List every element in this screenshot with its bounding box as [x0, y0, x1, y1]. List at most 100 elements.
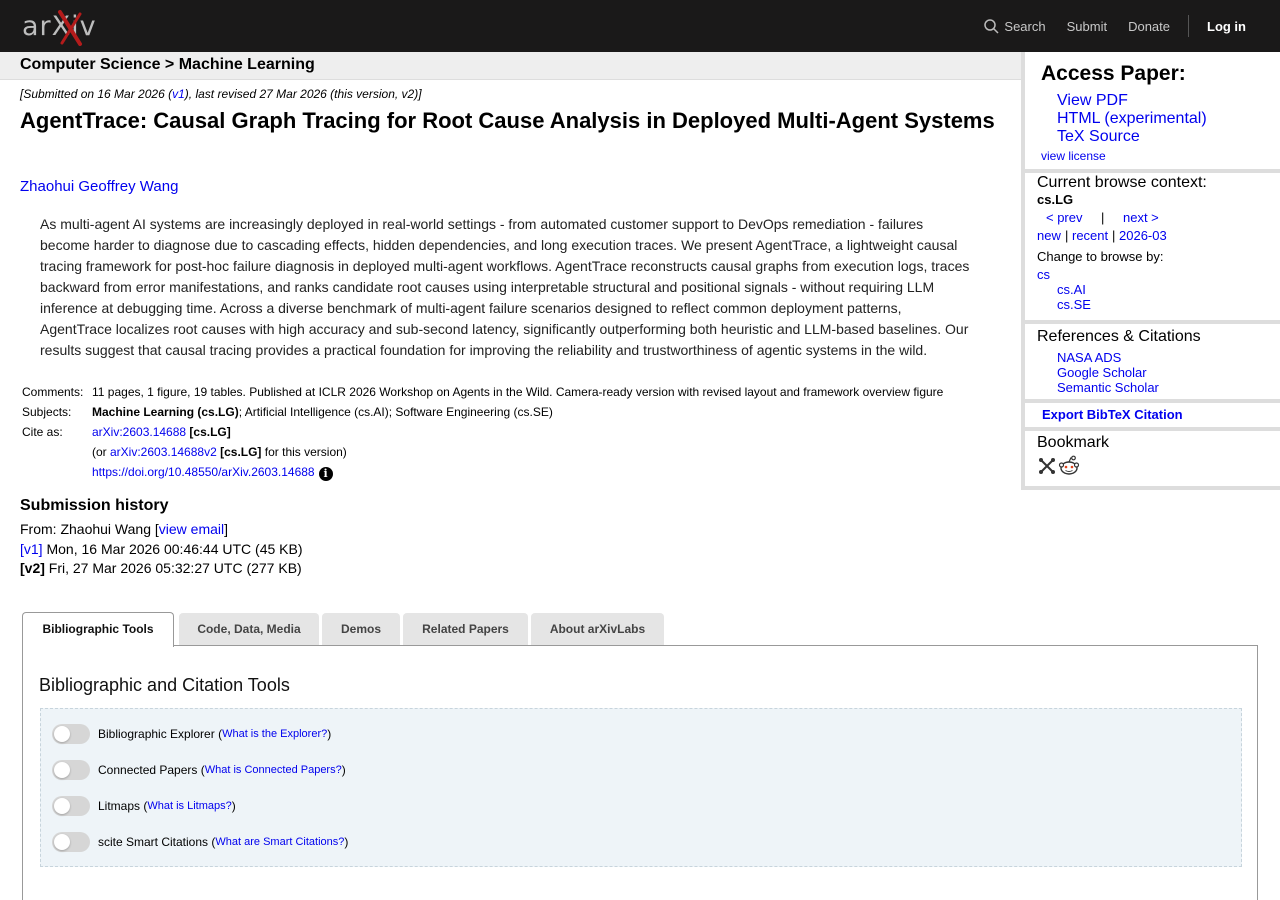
scite-help-link[interactable]: What are Smart Citations?: [215, 836, 344, 848]
context-bar: Computer Science > Machine Learning: [0, 52, 1021, 80]
prev-link[interactable]: < prev: [1046, 210, 1083, 225]
explorer-toggle[interactable]: [52, 724, 90, 744]
doi-link[interactable]: https://doi.org/10.48550/arXiv.2603.1468…: [92, 465, 315, 479]
view-email-link[interactable]: view email: [159, 521, 224, 537]
dateline-suffix: ), last revised 27 Mar 2026 (this versio…: [184, 87, 422, 101]
sidebar: Access Paper: View PDF HTML (experimenta…: [1021, 52, 1280, 490]
arxiv-logo[interactable]: arXiv: [22, 8, 114, 46]
semantic-scholar-link[interactable]: Semantic Scholar: [1057, 380, 1159, 395]
bibsonomy-icon[interactable]: [1038, 457, 1056, 475]
doi-value: https://doi.org/10.48550/arXiv.2603.1468…: [92, 465, 333, 481]
comments-label: Comments:: [22, 385, 84, 399]
history-v2-label: [v2]: [20, 560, 45, 576]
history-from: From: Zhaohui Wang [view email]: [20, 521, 228, 537]
donate-link[interactable]: Donate: [1128, 19, 1170, 34]
submission-history-title: Submission history: [20, 497, 169, 514]
html-link[interactable]: HTML (experimental): [1057, 110, 1207, 128]
search-label: Search: [1004, 18, 1046, 34]
subjects-value: Machine Learning (cs.LG); Artificial Int…: [92, 405, 553, 419]
nav-divider: [1188, 15, 1189, 37]
primary-subject: Machine Learning (cs.LG): [92, 405, 239, 419]
new-recent-divider: |: [1065, 228, 1069, 243]
month-link[interactable]: 2026-03: [1119, 228, 1167, 243]
logo-text: arXiv: [22, 11, 97, 42]
new-link[interactable]: new: [1037, 228, 1061, 243]
explorer-label: Bibliographic Explorer: [98, 727, 215, 741]
subjects-label: Subjects:: [22, 405, 72, 419]
recent-link[interactable]: recent: [1072, 228, 1108, 243]
info-icon[interactable]: i: [318, 467, 333, 481]
tab-code-data-media[interactable]: Code, Data, Media: [179, 613, 319, 646]
google-scholar-link[interactable]: Google Scholar: [1057, 365, 1147, 380]
browse-cs-link[interactable]: cs: [1037, 267, 1050, 282]
history-from-suffix: ]: [224, 521, 229, 537]
scite-label: scite Smart Citations: [98, 835, 209, 849]
top-header: arXiv Search Submit Donate Log in: [0, 0, 1280, 52]
history-from-prefix: From: Zhaohui Wang [: [20, 521, 159, 537]
references-box: References & Citations NASA ADS Google S…: [1025, 324, 1280, 403]
history-v2: [v2] Fri, 27 Mar 2026 05:32:27 UTC (277 …: [20, 560, 302, 576]
tool-row-litmaps: Litmaps (What is Litmaps?): [52, 796, 236, 816]
tex-source-link[interactable]: TeX Source: [1057, 128, 1140, 146]
browse-context-title: Current browse context:: [1037, 174, 1207, 191]
dateline-v1-link[interactable]: v1: [172, 87, 185, 101]
panel-title: Bibliographic and Citation Tools: [39, 675, 290, 695]
litmaps-toggle[interactable]: [52, 796, 90, 816]
cite-id-link[interactable]: arXiv:2603.14688: [92, 425, 186, 439]
tab-demos[interactable]: Demos: [322, 613, 400, 646]
cite-version-value: (or arXiv:2603.14688v2 [cs.LG] for this …: [92, 445, 347, 459]
view-license-link[interactable]: view license: [1041, 149, 1106, 163]
access-paper-title: Access Paper:: [1041, 62, 1186, 85]
search-link[interactable]: Search: [984, 18, 1046, 34]
search-icon: [984, 18, 999, 34]
login-link[interactable]: Log in: [1207, 19, 1246, 34]
connected-papers-label: Connected Papers: [98, 763, 198, 777]
tab-panel: Bibliographic and Citation Tools Bibliog…: [22, 645, 1258, 900]
abstract: As multi-agent AI systems are increasing…: [40, 216, 970, 358]
browse-context-box: Current browse context: cs.LG < prev | n…: [1025, 173, 1280, 324]
reddit-icon[interactable]: [1058, 455, 1080, 477]
submission-dateline: [Submitted on 16 Mar 2026 (v1), last rev…: [20, 87, 422, 101]
browse-context-value: cs.LG: [1037, 192, 1074, 207]
bookmark-box: Bookmark: [1025, 431, 1280, 490]
history-v1-text: Mon, 16 Mar 2026 00:46:44 UTC (45 KB): [42, 541, 303, 557]
recent-month-divider: |: [1112, 228, 1116, 243]
author-link[interactable]: Zhaohui Geoffrey Wang: [20, 178, 178, 195]
connected-papers-help-link[interactable]: What is Connected Papers?: [205, 764, 342, 776]
next-link[interactable]: next >: [1123, 210, 1159, 225]
cite-v2-category: [cs.LG]: [220, 445, 262, 459]
tab-about-arxivlabs[interactable]: About arXivLabs: [531, 613, 664, 646]
tools-box: Bibliographic Explorer (What is the Expl…: [40, 708, 1242, 867]
bibtex-box: Export BibTeX Citation: [1025, 403, 1280, 431]
tool-row-explorer: Bibliographic Explorer (What is the Expl…: [52, 724, 331, 744]
dateline-prefix: [Submitted on 16 Mar 2026 (: [20, 87, 173, 101]
litmaps-label: Litmaps: [98, 799, 141, 813]
cite-v2-link[interactable]: arXiv:2603.14688v2: [110, 445, 217, 459]
explorer-help-link[interactable]: What is the Explorer?: [222, 728, 327, 740]
browse-cs-ai-link[interactable]: cs.AI: [1057, 282, 1086, 297]
prev-next-divider: |: [1101, 210, 1105, 225]
history-v2-text: Fri, 27 Mar 2026 05:32:27 UTC (277 KB): [44, 560, 302, 576]
bookmark-title: Bookmark: [1037, 434, 1110, 451]
tab-related-papers[interactable]: Related Papers: [403, 613, 528, 646]
tab-bibliographic-tools[interactable]: Bibliographic Tools: [22, 612, 174, 647]
browse-cs-se-link[interactable]: cs.SE: [1057, 297, 1091, 312]
history-v1: [v1] Mon, 16 Mar 2026 00:46:44 UTC (45 K…: [20, 541, 303, 557]
cite-value: arXiv:2603.14688 [cs.LG]: [92, 425, 231, 439]
scite-toggle[interactable]: [52, 832, 90, 852]
breadcrumb[interactable]: Computer Science > Machine Learning: [20, 56, 315, 74]
connected-papers-toggle[interactable]: [52, 760, 90, 780]
change-browse-label: Change to browse by:: [1037, 249, 1164, 264]
litmaps-help-link[interactable]: What is Litmaps?: [147, 800, 231, 812]
cite-label: Cite as:: [22, 425, 63, 439]
nasa-ads-link[interactable]: NASA ADS: [1057, 350, 1121, 365]
export-bibtex-link[interactable]: Export BibTeX Citation: [1042, 407, 1183, 422]
submit-link[interactable]: Submit: [1067, 19, 1107, 34]
history-v1-link[interactable]: [v1]: [20, 541, 43, 557]
comments-value: 11 pages, 1 figure, 19 tables. Published…: [92, 385, 944, 399]
cite-category: [cs.LG]: [189, 425, 231, 439]
view-pdf-link[interactable]: View PDF: [1057, 92, 1128, 110]
other-subjects: ; Artificial Intelligence (cs.AI); Softw…: [238, 405, 553, 419]
cite-v2-tail: for this version): [261, 445, 347, 459]
paper-title: AgentTrace: Causal Graph Tracing for Roo…: [20, 108, 995, 133]
